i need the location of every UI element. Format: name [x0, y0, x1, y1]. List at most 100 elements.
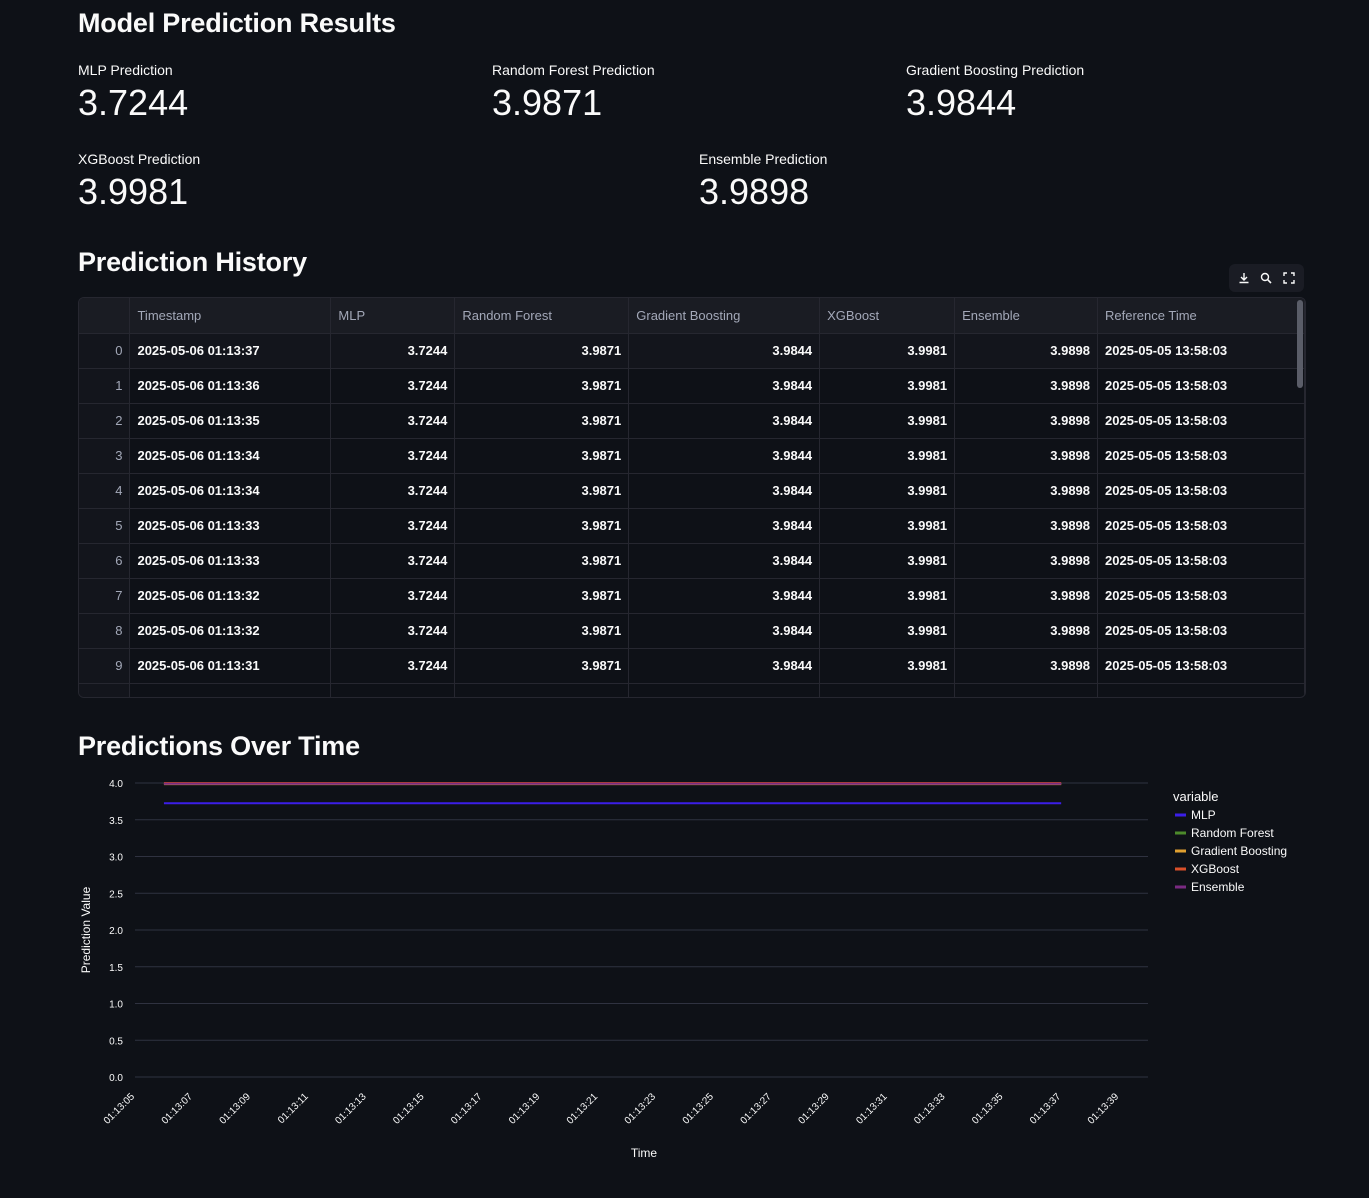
table-row[interactable]: 1 2025-05-06 01:13:36 3.7244 3.9871 3.9844 3.… — [79, 368, 1305, 404]
table-cell[interactable]: 2025-05-05 13:58:03 — [1097, 403, 1305, 439]
table-cell[interactable]: 3.9844 — [628, 473, 821, 509]
table-cell[interactable]: 2025-05-05 13:58:03 — [1097, 368, 1305, 404]
table-cell[interactable]: 3.9844 — [628, 543, 821, 579]
table-cell[interactable]: 7 — [79, 578, 131, 614]
table-row[interactable]: 6 2025-05-06 01:13:33 3.7244 3.9871 3.9844 3.… — [79, 543, 1305, 579]
column-header-random-forest[interactable]: Random Forest — [454, 298, 630, 334]
table-cell[interactable]: 3.9844 — [628, 333, 821, 369]
legend-item-label[interactable]: Gradient Boosting — [1191, 844, 1287, 858]
table-cell[interactable]: 2025-05-05 13:58:03 — [1097, 333, 1305, 369]
table-cell[interactable]: 2025-05-05 13:58:03 — [1097, 578, 1305, 614]
table-cell[interactable] — [1097, 683, 1305, 697]
table-cell[interactable]: 3.7244 — [330, 333, 456, 369]
column-header-reference-time[interactable]: Reference Time — [1097, 298, 1305, 334]
table-cell[interactable]: 3.9981 — [819, 333, 956, 369]
table-cell[interactable]: 3.9844 — [628, 403, 821, 439]
table-cell[interactable]: 3.9871 — [454, 543, 630, 579]
legend-item-label[interactable]: XGBoost — [1191, 862, 1240, 876]
prediction-history-table[interactable]: Timestamp MLP Random Forest Gradient Boo… — [78, 297, 1306, 698]
table-cell[interactable]: 2025-05-05 13:58:03 — [1097, 438, 1305, 474]
table-cell[interactable]: 5 — [79, 508, 131, 544]
table-cell[interactable] — [954, 683, 1099, 697]
table-row[interactable]: 0 2025-05-06 01:13:37 3.7244 3.9871 3.9844 3.… — [79, 333, 1305, 369]
table-cell[interactable]: 3.9871 — [454, 648, 630, 684]
table-cell[interactable]: 3.9871 — [454, 508, 630, 544]
table-cell[interactable]: 3.9981 — [819, 403, 956, 439]
table-cell[interactable]: 3.7244 — [330, 508, 456, 544]
table-cell[interactable]: 3.9981 — [819, 613, 956, 649]
table-cell[interactable]: 3.9871 — [454, 613, 630, 649]
table-cell[interactable]: 1 — [79, 368, 131, 404]
table-cell[interactable]: 2025-05-05 13:58:03 — [1097, 613, 1305, 649]
table-cell[interactable] — [628, 683, 821, 697]
search-icon[interactable] — [1256, 268, 1276, 288]
table-cell[interactable]: 3.7244 — [330, 543, 456, 579]
table-cell[interactable]: 3.9871 — [454, 333, 630, 369]
table-cell[interactable]: 9 — [79, 648, 131, 684]
table-cell[interactable]: 2025-05-06 01:13:35 — [129, 403, 332, 439]
table-cell[interactable]: 3.9898 — [954, 473, 1099, 509]
table-cell[interactable]: 2025-05-05 13:58:03 — [1097, 473, 1305, 509]
fullscreen-icon[interactable] — [1279, 268, 1299, 288]
table-cell[interactable]: 2025-05-06 01:13:31 — [129, 648, 332, 684]
table-row[interactable]: 7 2025-05-06 01:13:32 3.7244 3.9871 3.9844 3.… — [79, 578, 1305, 614]
table-cell[interactable]: 3.9981 — [819, 508, 956, 544]
table-cell[interactable]: 3.9844 — [628, 508, 821, 544]
table-cell[interactable]: 6 — [79, 543, 131, 579]
table-cell[interactable]: 2025-05-06 01:13:37 — [129, 333, 332, 369]
table-row[interactable]: 4 2025-05-06 01:13:34 3.7244 3.9871 3.9844 3.… — [79, 473, 1305, 509]
table-cell[interactable]: 3.9898 — [954, 613, 1099, 649]
column-header-xgboost[interactable]: XGBoost — [819, 298, 956, 334]
table-row[interactable] — [79, 683, 1305, 697]
table-cell[interactable]: 3.9844 — [628, 438, 821, 474]
table-cell[interactable]: 3.9898 — [954, 508, 1099, 544]
table-row[interactable]: 2 2025-05-06 01:13:35 3.7244 3.9871 3.9844 3.… — [79, 403, 1305, 439]
table-cell[interactable]: 3.7244 — [330, 648, 456, 684]
table-cell[interactable]: 3.9898 — [954, 368, 1099, 404]
table-cell[interactable]: 3.9844 — [628, 578, 821, 614]
table-cell[interactable]: 3.9844 — [628, 368, 821, 404]
table-cell[interactable]: 3.9898 — [954, 578, 1099, 614]
table-cell[interactable]: 3.9844 — [628, 613, 821, 649]
table-cell[interactable]: 3.7244 — [330, 473, 456, 509]
table-cell[interactable]: 3.7244 — [330, 403, 456, 439]
table-cell[interactable] — [79, 683, 131, 697]
table-cell[interactable]: 2 — [79, 403, 131, 439]
legend-item-label[interactable]: Random Forest — [1191, 826, 1274, 840]
table-cell[interactable]: 3.7244 — [330, 368, 456, 404]
table-row[interactable]: 8 2025-05-06 01:13:32 3.7244 3.9871 3.9844 3.… — [79, 613, 1305, 649]
table-cell[interactable]: 4 — [79, 473, 131, 509]
table-cell[interactable]: 3.7244 — [330, 578, 456, 614]
table-cell[interactable]: 2025-05-05 13:58:03 — [1097, 648, 1305, 684]
table-cell[interactable]: 2025-05-06 01:13:34 — [129, 438, 332, 474]
table-cell[interactable]: 2025-05-06 01:13:32 — [129, 613, 332, 649]
table-cell[interactable]: 3.9898 — [954, 403, 1099, 439]
table-cell[interactable]: 3.9981 — [819, 543, 956, 579]
table-cell[interactable] — [454, 683, 630, 697]
table-cell[interactable] — [819, 683, 956, 697]
column-header-ensemble[interactable]: Ensemble — [954, 298, 1099, 334]
table-cell[interactable]: 3.9898 — [954, 333, 1099, 369]
table-cell[interactable]: 3.9871 — [454, 438, 630, 474]
table-cell[interactable]: 3.9898 — [954, 648, 1099, 684]
table-row[interactable]: 9 2025-05-06 01:13:31 3.7244 3.9871 3.9844 3.… — [79, 648, 1305, 684]
table-cell[interactable]: 3.9871 — [454, 403, 630, 439]
table-row[interactable]: 5 2025-05-06 01:13:33 3.7244 3.9871 3.9844 3.… — [79, 508, 1305, 544]
column-header-gradient-boosting[interactable]: Gradient Boosting — [628, 298, 821, 334]
table-cell[interactable]: 3.9871 — [454, 578, 630, 614]
table-cell[interactable]: 3.9981 — [819, 578, 956, 614]
table-cell[interactable]: 8 — [79, 613, 131, 649]
table-cell[interactable]: 2025-05-05 13:58:03 — [1097, 543, 1305, 579]
table-cell[interactable]: 3 — [79, 438, 131, 474]
table-cell[interactable]: 2025-05-06 01:13:32 — [129, 578, 332, 614]
table-cell[interactable]: 3.9898 — [954, 438, 1099, 474]
table-cell[interactable]: 3.9871 — [454, 473, 630, 509]
download-icon[interactable] — [1234, 268, 1254, 288]
table-cell[interactable]: 3.9981 — [819, 438, 956, 474]
legend-item-label[interactable]: MLP — [1191, 808, 1216, 822]
legend-item-label[interactable]: Ensemble — [1191, 880, 1245, 894]
table-cell[interactable]: 2025-05-05 13:58:03 — [1097, 508, 1305, 544]
table-cell[interactable]: 3.9871 — [454, 368, 630, 404]
table-cell[interactable]: 3.9981 — [819, 368, 956, 404]
table-row[interactable]: 3 2025-05-06 01:13:34 3.7244 3.9871 3.9844 3.… — [79, 438, 1305, 474]
